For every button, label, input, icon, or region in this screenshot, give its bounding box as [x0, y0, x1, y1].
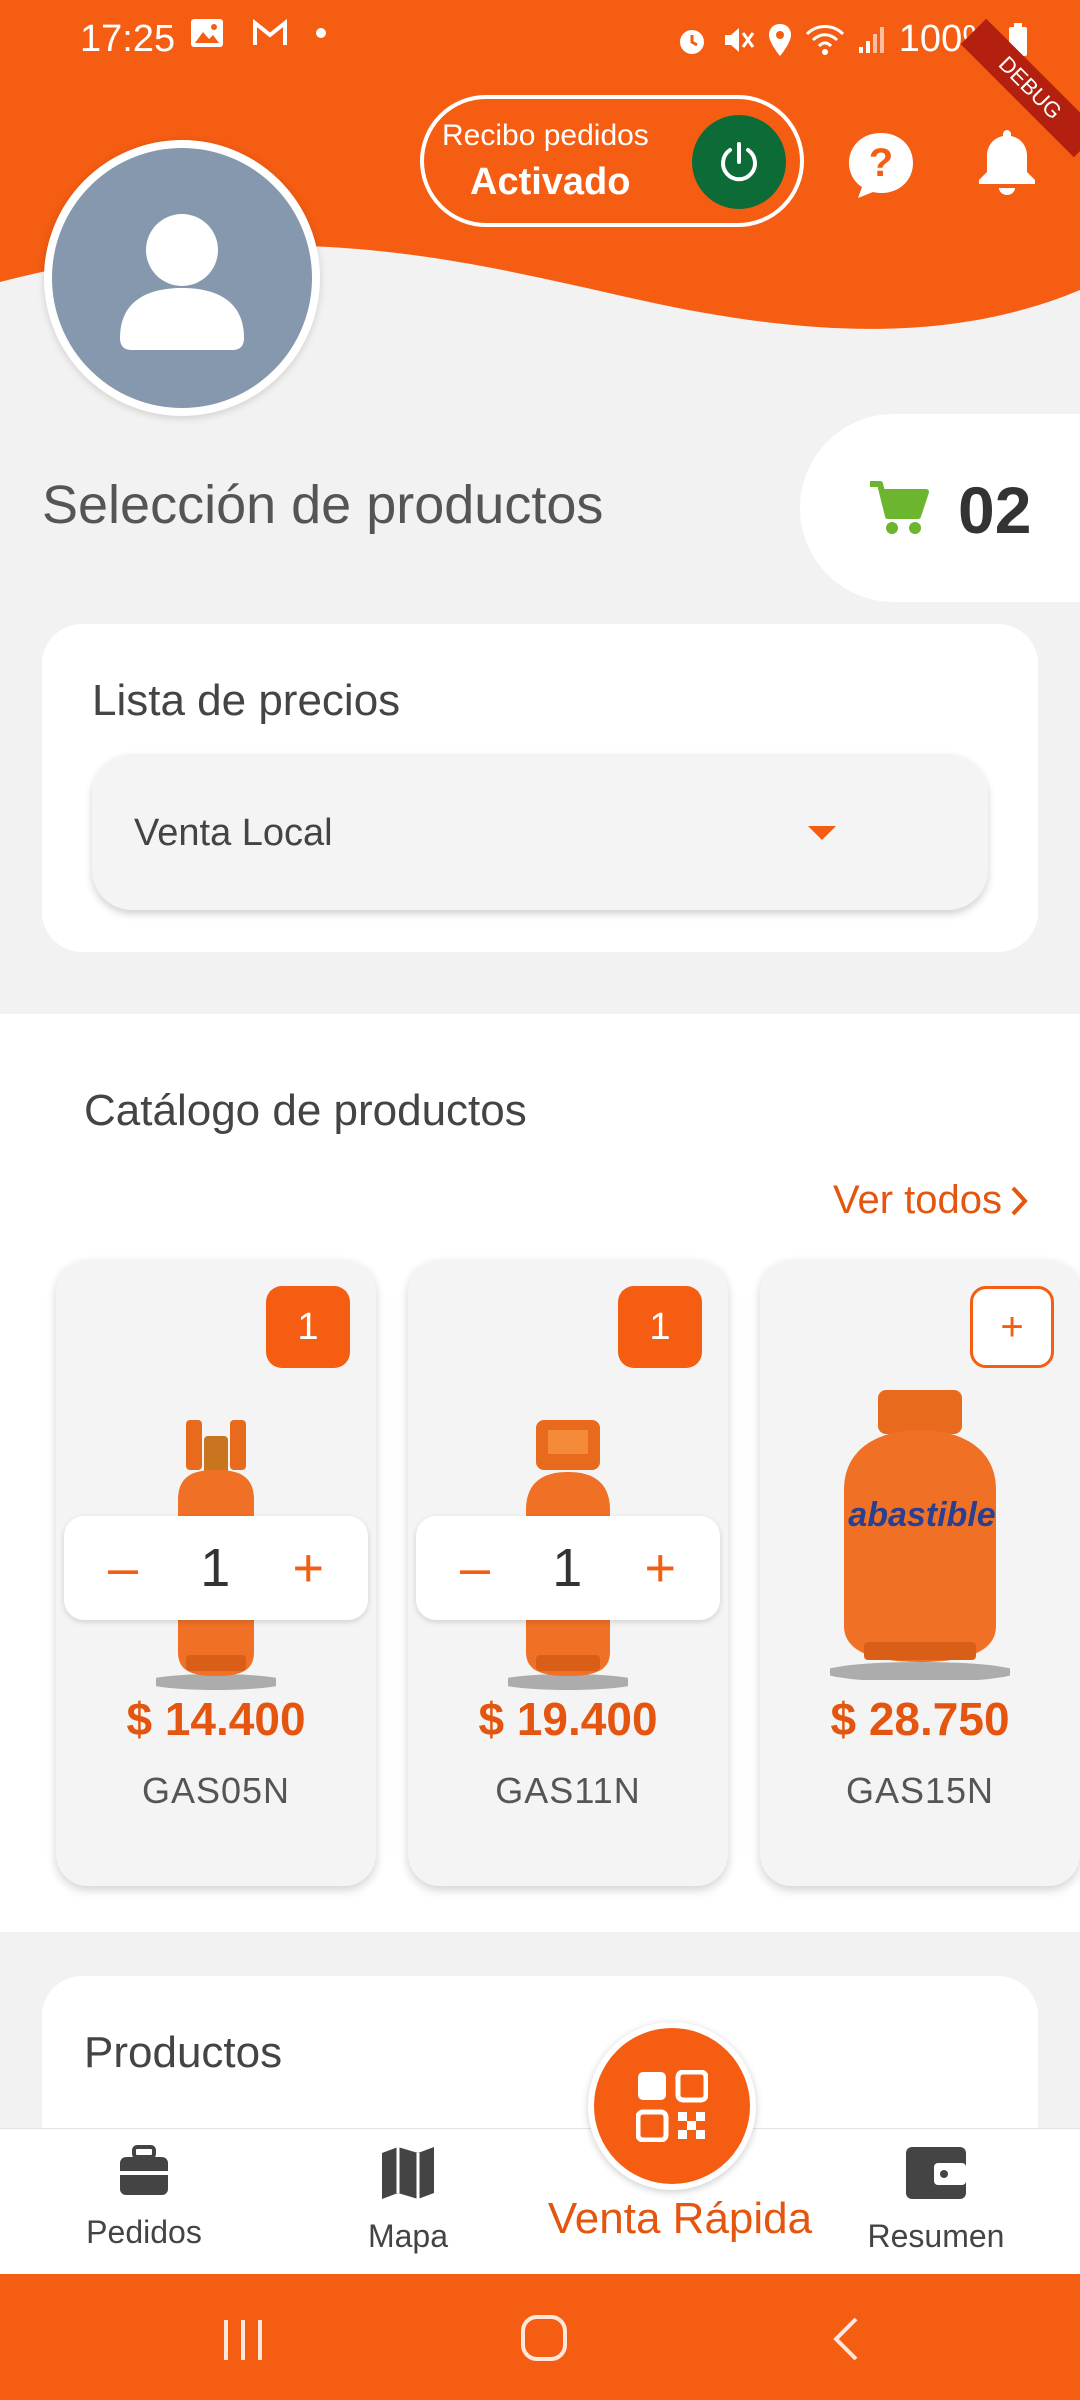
dropdown-caret-icon	[808, 826, 836, 840]
price-list-dropdown[interactable]: Venta Local	[92, 754, 988, 910]
recent-apps-icon[interactable]	[220, 2318, 266, 2362]
wallet-icon	[906, 2147, 966, 2199]
nav-item-mapa[interactable]: Mapa	[308, 2143, 508, 2255]
brand-label: abastible	[848, 1496, 995, 1534]
location-icon	[768, 23, 791, 56]
gmail-icon	[253, 19, 287, 45]
help-icon[interactable]: ?	[846, 130, 916, 200]
product-card[interactable]: 1 – 1 + $ 14.400 GAS05N	[56, 1260, 376, 1886]
quantity-value: 1	[200, 1538, 231, 1598]
power-icon	[721, 142, 757, 182]
signal-icon	[858, 26, 884, 53]
quantity-stepper[interactable]: – 1 +	[64, 1516, 368, 1620]
system-nav-bar	[0, 2274, 1080, 2400]
product-code: GAS05N	[141, 1770, 291, 1811]
dot-icon	[316, 28, 326, 38]
see-all-label: Ver todos	[832, 1178, 1002, 1222]
product-price: $ 19.400	[478, 1693, 658, 1745]
product-card[interactable]: + abastible $ 28.750 GAS15N	[760, 1260, 1080, 1886]
increase-button[interactable]: +	[292, 1537, 324, 1599]
catalog-section: Catálogo de productos Ver todos 1 – 1 + …	[0, 1014, 1080, 1932]
gallery-icon	[191, 19, 223, 47]
product-price: $ 28.750	[830, 1693, 1010, 1745]
price-list-card: Lista de precios Venta Local	[42, 624, 1038, 952]
product-price: $ 14.400	[126, 1693, 306, 1745]
nav-item-pedidos[interactable]: Pedidos	[44, 2143, 244, 2251]
cart-count: 02	[958, 473, 1032, 547]
nav-label-pedidos: Pedidos	[86, 2214, 202, 2250]
increase-button[interactable]: +	[644, 1537, 676, 1599]
power-button[interactable]	[692, 115, 786, 209]
quantity-badge: 1	[618, 1286, 702, 1368]
quantity-stepper[interactable]: – 1 +	[416, 1516, 720, 1620]
decrease-button[interactable]: –	[460, 1537, 490, 1599]
home-icon[interactable]	[520, 2314, 568, 2362]
recibo-state: Activado	[470, 161, 631, 203]
price-list-label: Lista de precios	[92, 676, 401, 725]
nav-label-mapa: Mapa	[367, 2218, 449, 2254]
nav-label-resumen: Resumen	[867, 2218, 1005, 2254]
avatar[interactable]	[44, 140, 320, 416]
user-icon	[120, 214, 244, 350]
status-bar: 17:25 100%	[0, 0, 1080, 76]
product-card[interactable]: 1 – 1 + $ 19.400 GAS11N	[408, 1260, 728, 1886]
recibo-label: Recibo pedidos	[442, 119, 649, 152]
quantity-value: 1	[552, 1538, 583, 1598]
price-list-value: Venta Local	[134, 812, 333, 854]
recibo-pedidos-toggle[interactable]: Recibo pedidos Activado	[420, 95, 804, 227]
nav-label-venta-rapida[interactable]: Venta Rápida	[520, 2194, 840, 2244]
product-code: GAS15N	[845, 1770, 995, 1811]
bell-icon[interactable]	[975, 126, 1039, 196]
status-time: 17:25	[80, 18, 176, 60]
cart-counter[interactable]: 02	[800, 414, 1080, 602]
nav-item-resumen[interactable]: Resumen	[836, 2143, 1036, 2255]
map-icon	[382, 2147, 434, 2199]
catalog-title: Catálogo de productos	[84, 1086, 527, 1135]
alarm-icon	[679, 29, 704, 54]
see-all-link[interactable]: Ver todos	[833, 1178, 1028, 1223]
briefcase-icon	[120, 2145, 168, 2195]
back-icon[interactable]	[830, 2316, 860, 2362]
decrease-button[interactable]: –	[108, 1537, 138, 1599]
page-title: Selección de productos	[42, 475, 604, 535]
svg-text:?: ?	[869, 141, 893, 185]
mute-icon	[724, 27, 755, 52]
qr-code-icon	[636, 2070, 708, 2142]
cart-icon	[870, 481, 929, 534]
chevron-right-icon	[1011, 1186, 1028, 1215]
venta-rapida-button[interactable]	[588, 2022, 756, 2190]
add-product-button[interactable]: +	[970, 1286, 1054, 1368]
wifi-icon	[805, 24, 844, 55]
product-code: GAS11N	[495, 1770, 641, 1811]
products-title: Productos	[84, 2028, 283, 2077]
gas-cylinder-image: abastible	[830, 1390, 1010, 1680]
quantity-badge: 1	[266, 1286, 350, 1368]
